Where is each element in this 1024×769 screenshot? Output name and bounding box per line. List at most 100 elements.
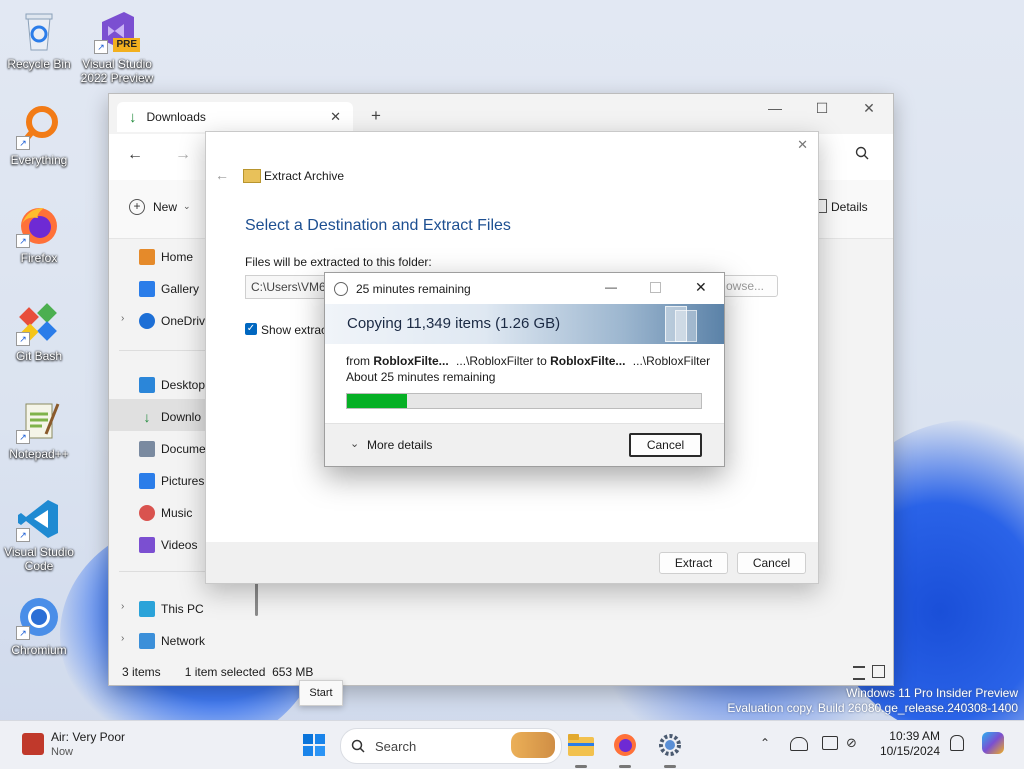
- sidebar-item-label: Downlo: [161, 410, 202, 424]
- tab-downloads[interactable]: ↓ Downloads ✕: [117, 102, 353, 132]
- visual-studio-icon: PRE ↗: [94, 8, 140, 54]
- show-files-checkbox[interactable]: ✓: [245, 323, 257, 335]
- desktop-icon-recycle-bin[interactable]: Recycle Bin: [1, 8, 77, 71]
- download-arrow-icon: ↓: [129, 108, 137, 126]
- add-circle-icon: +: [129, 199, 145, 215]
- chevron-down-icon[interactable]: ⌄: [183, 201, 191, 212]
- tiles-view-icon[interactable]: [872, 665, 885, 678]
- destination-path-value: C:\Users\VM6: [251, 280, 326, 294]
- minimize-button[interactable]: —: [752, 94, 798, 122]
- taskbar-firefox[interactable]: [611, 731, 639, 759]
- sidebar-item-videos[interactable]: Videos: [139, 531, 197, 559]
- sidebar-item-music[interactable]: Music: [139, 499, 192, 527]
- sidebar-item-downloads[interactable]: ↓ Downlo: [139, 403, 202, 431]
- cancel-copy-button[interactable]: Cancel: [629, 433, 702, 457]
- forward-arrow-icon[interactable]: →: [175, 146, 191, 164]
- more-details-button[interactable]: More details: [367, 438, 432, 452]
- shortcut-arrow-icon: ↗: [16, 136, 30, 150]
- notification-bell-icon[interactable]: [950, 735, 964, 751]
- cloud-icon: [139, 313, 155, 329]
- sidebar-item-onedrive[interactable]: OneDriv: [139, 307, 205, 335]
- sidebar-item-label: Pictures: [161, 474, 205, 488]
- insider-watermark-line2: Evaluation copy. Build 26080.ge_release.…: [727, 701, 1018, 715]
- dialog-heading: Select a Destination and Extract Files: [245, 217, 511, 234]
- back-arrow-icon[interactable]: ←: [127, 146, 143, 164]
- copilot-icon[interactable]: [982, 732, 1004, 754]
- scrollbar-thumb[interactable]: [255, 582, 258, 616]
- to-label: to: [536, 354, 547, 368]
- desktop-icon-firefox[interactable]: ↗ Firefox: [1, 202, 77, 265]
- videos-icon: [139, 537, 155, 553]
- destination-path-input[interactable]: C:\Users\VM6: [245, 275, 327, 299]
- desktop-icon-label: Notepad++: [9, 447, 69, 461]
- search-highlight-image: [511, 732, 555, 758]
- sidebar-item-documents[interactable]: Docume: [139, 435, 206, 463]
- sidebar-item-gallery[interactable]: Gallery: [139, 275, 199, 303]
- show-hidden-icons-chevron-icon[interactable]: ⌃: [760, 736, 770, 750]
- source-path[interactable]: ...\RobloxFilter: [456, 354, 533, 368]
- copy-source-destination: from RobloxFilte... ...\RobloxFilter to …: [346, 354, 710, 368]
- sidebar-item-label: This PC: [161, 602, 204, 616]
- sidebar-item-network[interactable]: Network: [139, 627, 205, 655]
- notepad-plus-plus-icon: ↗: [16, 398, 62, 444]
- download-arrow-icon: ↓: [143, 409, 151, 425]
- air-quality-icon: [22, 733, 44, 755]
- display-icon[interactable]: [822, 736, 838, 750]
- back-arrow-icon[interactable]: ←: [215, 167, 229, 183]
- status-item-count: 3 items: [122, 665, 161, 679]
- weather-widget[interactable]: Air: Very Poor Now: [18, 729, 158, 761]
- network-status-icon[interactable]: [790, 737, 808, 751]
- search-icon[interactable]: [855, 146, 869, 163]
- sidebar-item-pictures[interactable]: Pictures: [139, 467, 204, 495]
- clock-icon: [334, 281, 348, 296]
- cancel-button[interactable]: Cancel: [737, 552, 806, 574]
- new-button[interactable]: New: [153, 200, 177, 214]
- sidebar-item-desktop[interactable]: Desktop: [139, 371, 205, 399]
- start-button[interactable]: [300, 731, 328, 759]
- details-button[interactable]: Details: [831, 200, 868, 214]
- system-clock[interactable]: 10:39 AM 10/15/2024: [876, 729, 940, 759]
- chevron-down-icon[interactable]: ⌄: [350, 437, 359, 450]
- copy-banner: Copying 11,349 items (1.26 GB): [325, 304, 724, 344]
- folder-label: Files will be extracted to this folder:: [245, 255, 432, 269]
- maximize-button[interactable]: ☐: [799, 94, 845, 122]
- browse-button[interactable]: owse...: [721, 275, 778, 297]
- sidebar-item-this-pc[interactable]: This PC: [139, 595, 204, 623]
- tab-title: Downloads: [146, 110, 206, 124]
- copy-progress-dialog: 25 minutes remaining — ✕ Copying 11,349 …: [324, 272, 725, 467]
- minimize-button[interactable]: —: [605, 280, 617, 294]
- taskbar-search-box[interactable]: Search: [340, 728, 562, 764]
- dialog-close-icon[interactable]: ✕: [797, 137, 808, 153]
- close-button[interactable]: ✕: [846, 94, 892, 122]
- new-tab-button[interactable]: +: [371, 106, 381, 126]
- desktop-icon-visual-studio-preview[interactable]: PRE ↗ Visual Studio 2022 Preview: [79, 8, 155, 85]
- desktop-icon-notepad-plus-plus[interactable]: ↗ Notepad++: [1, 398, 77, 461]
- desktop-icon-vscode[interactable]: ↗ Visual Studio Code: [1, 496, 77, 573]
- desktop-icon-everything[interactable]: ↗ Everything: [1, 104, 77, 167]
- taskbar-settings[interactable]: [656, 731, 684, 759]
- extract-button[interactable]: Extract: [659, 552, 728, 574]
- recycle-bin-icon: [16, 8, 62, 54]
- desktop-icon-label: Visual Studio 2022 Preview: [80, 57, 154, 85]
- expand-chevron-icon[interactable]: ›: [121, 601, 124, 612]
- weather-title: Air: Very Poor: [51, 730, 126, 744]
- firefox-icon: ↗: [16, 202, 62, 248]
- expand-chevron-icon[interactable]: ›: [121, 633, 124, 644]
- maximize-button: [650, 282, 661, 293]
- sidebar-item-home[interactable]: Home: [139, 243, 193, 271]
- pre-badge: PRE: [113, 38, 140, 52]
- close-button[interactable]: ✕: [695, 279, 707, 296]
- sidebar-item-label: Docume: [161, 442, 206, 456]
- expand-chevron-icon[interactable]: ›: [121, 313, 124, 324]
- tab-close-icon[interactable]: ✕: [330, 109, 341, 125]
- list-view-icon[interactable]: [853, 666, 865, 680]
- gear-icon: [659, 734, 681, 756]
- documents-icon: [139, 441, 155, 457]
- destination-path[interactable]: ...\RobloxFilter: [633, 354, 710, 368]
- taskbar-file-explorer[interactable]: [567, 731, 595, 759]
- desktop-icon-chromium[interactable]: ↗ Chromium: [1, 594, 77, 657]
- volume-muted-icon[interactable]: ⊘: [846, 735, 857, 751]
- shortcut-arrow-icon: ↗: [94, 40, 108, 54]
- desktop-icon-git-bash[interactable]: ↗ Git Bash: [1, 300, 77, 363]
- desktop-icon-label: Visual Studio Code: [4, 545, 74, 573]
